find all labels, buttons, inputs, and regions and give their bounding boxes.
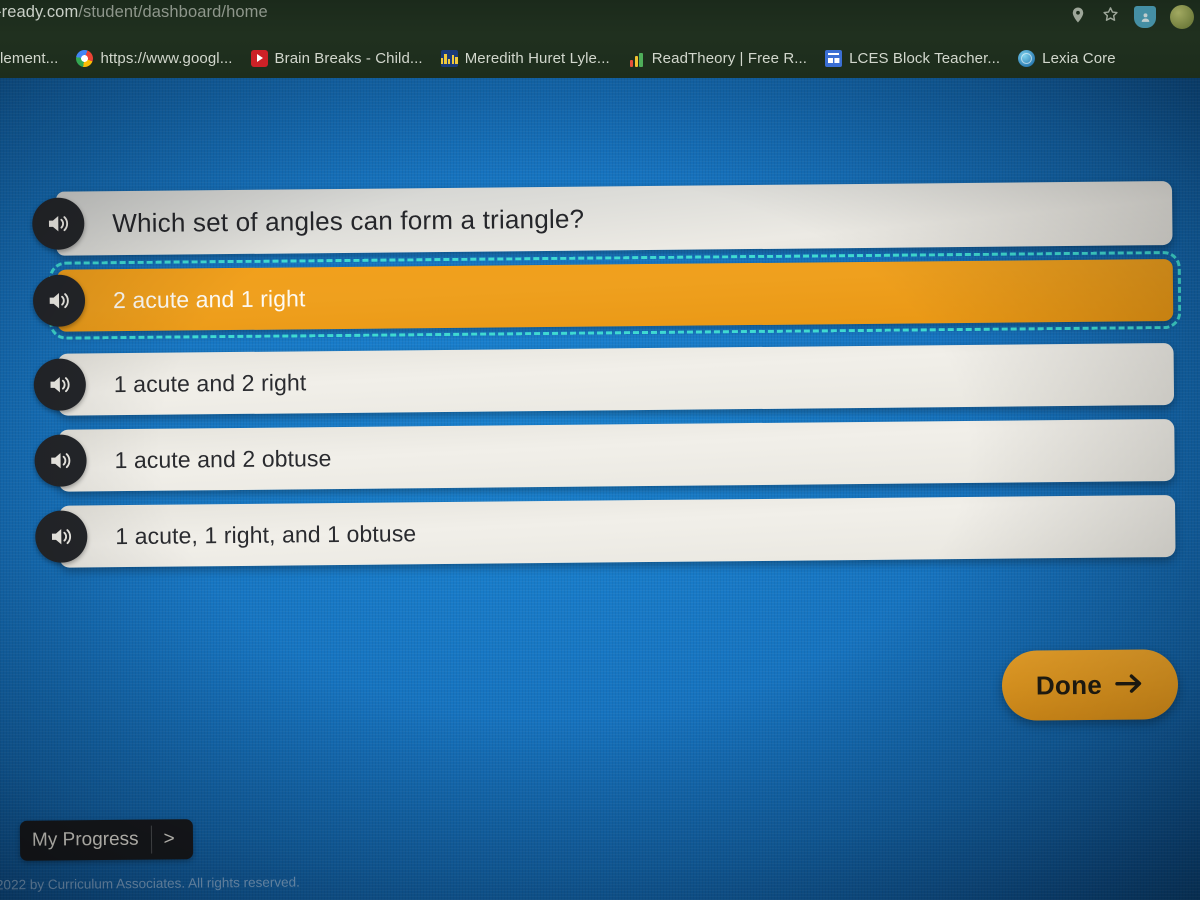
bookmark-item-3[interactable]: Meredith Huret Lyle...	[432, 47, 619, 70]
option-text: 1 acute and 2 right	[113, 368, 307, 397]
bookmark-label: Meredith Huret Lyle...	[464, 49, 610, 67]
option-panel[interactable]: 1 acute and 2 right	[57, 342, 1175, 416]
my-progress-label: My Progress	[31, 828, 139, 851]
bookmark-label: https://www.googl...	[100, 49, 233, 67]
quiz-container: Which set of angles can form a triangle?…	[26, 180, 1182, 582]
done-button-label: Done	[1035, 669, 1103, 701]
question-text: Which set of angles can form a triangle?	[112, 203, 585, 238]
option-row-1[interactable]: 1 acute and 2 right	[28, 342, 1175, 416]
bookmark-item-1[interactable]: https://www.googl...	[67, 47, 241, 70]
omnibox-row: -ready.com/student/dashboard/home	[0, 0, 1200, 34]
location-pin-icon[interactable]	[1069, 6, 1087, 29]
done-button[interactable]: Done	[1001, 649, 1179, 721]
bookmark-label: LCES Block Teacher...	[849, 49, 1001, 67]
chevron-right-icon: >	[163, 828, 175, 850]
bookmark-item-0[interactable]: lement...	[0, 47, 67, 70]
bookmark-label: lement...	[0, 49, 59, 67]
bookmark-label: Brain Breaks - Child...	[274, 49, 423, 67]
avatar[interactable]	[1170, 5, 1194, 29]
speaker-audio-icon[interactable]	[34, 434, 87, 487]
option-row-0[interactable]: 2 acute and 1 right	[27, 249, 1182, 342]
bookmark-item-6[interactable]: Lexia Core	[1009, 47, 1125, 70]
option-panel-selected[interactable]: 2 acute and 1 right	[48, 249, 1182, 342]
bookmark-item-5[interactable]: LCES Block Teacher...	[816, 47, 1009, 70]
bookmark-item-2[interactable]: Brain Breaks - Child...	[242, 47, 432, 70]
speaker-audio-icon[interactable]	[33, 358, 87, 411]
my-progress-button[interactable]: My Progress >	[19, 819, 193, 861]
speaker-audio-icon[interactable]	[32, 274, 86, 327]
arrow-right-icon	[1114, 672, 1144, 697]
question-row: Which set of angles can form a triangle?	[26, 180, 1173, 256]
bar-chart-color-icon	[628, 50, 645, 67]
bookmark-star-icon[interactable]	[1101, 5, 1120, 29]
bookmark-item-4[interactable]: ReadTheory | Free R...	[619, 47, 816, 70]
bar-chart-blue-icon	[440, 49, 458, 67]
profile-badge-icon[interactable]	[1134, 6, 1156, 28]
chrome-action-icons	[1069, 0, 1198, 34]
option-text: 2 acute and 1 right	[112, 284, 306, 313]
speaker-audio-icon[interactable]	[35, 510, 88, 563]
youtube-icon	[250, 49, 268, 67]
lexia-globe-icon	[1018, 49, 1036, 67]
option-text: 1 acute and 2 obtuse	[114, 444, 332, 473]
option-row-3[interactable]: 1 acute, 1 right, and 1 obtuse	[29, 494, 1176, 568]
bookmark-label: ReadTheory | Free R...	[651, 49, 808, 67]
footer-copyright: 2022 by Curriculum Associates. All right…	[0, 874, 300, 893]
speaker-audio-icon[interactable]	[32, 197, 85, 250]
bookmarks-bar: lement... https://www.googl... Brain Bre…	[0, 38, 1200, 78]
question-panel: Which set of angles can form a triangle?	[55, 180, 1173, 256]
url-domain: -ready.com	[0, 3, 79, 21]
option-panel[interactable]: 1 acute and 2 obtuse	[58, 418, 1175, 492]
option-text: 1 acute, 1 right, and 1 obtuse	[115, 519, 417, 549]
iready-page: Which set of angles can form a triangle?…	[0, 78, 1200, 900]
option-panel[interactable]: 1 acute, 1 right, and 1 obtuse	[59, 494, 1176, 568]
calendar-blue-icon	[825, 49, 843, 67]
browser-chrome: -ready.com/student/dashboard/home lement…	[0, 0, 1200, 78]
google-icon	[76, 49, 94, 67]
address-bar-url[interactable]: -ready.com/student/dashboard/home	[0, 3, 268, 22]
bookmark-label: Lexia Core	[1042, 49, 1116, 67]
url-path: /student/dashboard/home	[78, 3, 268, 21]
screenshot-root: -ready.com/student/dashboard/home lement…	[0, 0, 1200, 900]
option-row-2[interactable]: 1 acute and 2 obtuse	[28, 418, 1175, 492]
